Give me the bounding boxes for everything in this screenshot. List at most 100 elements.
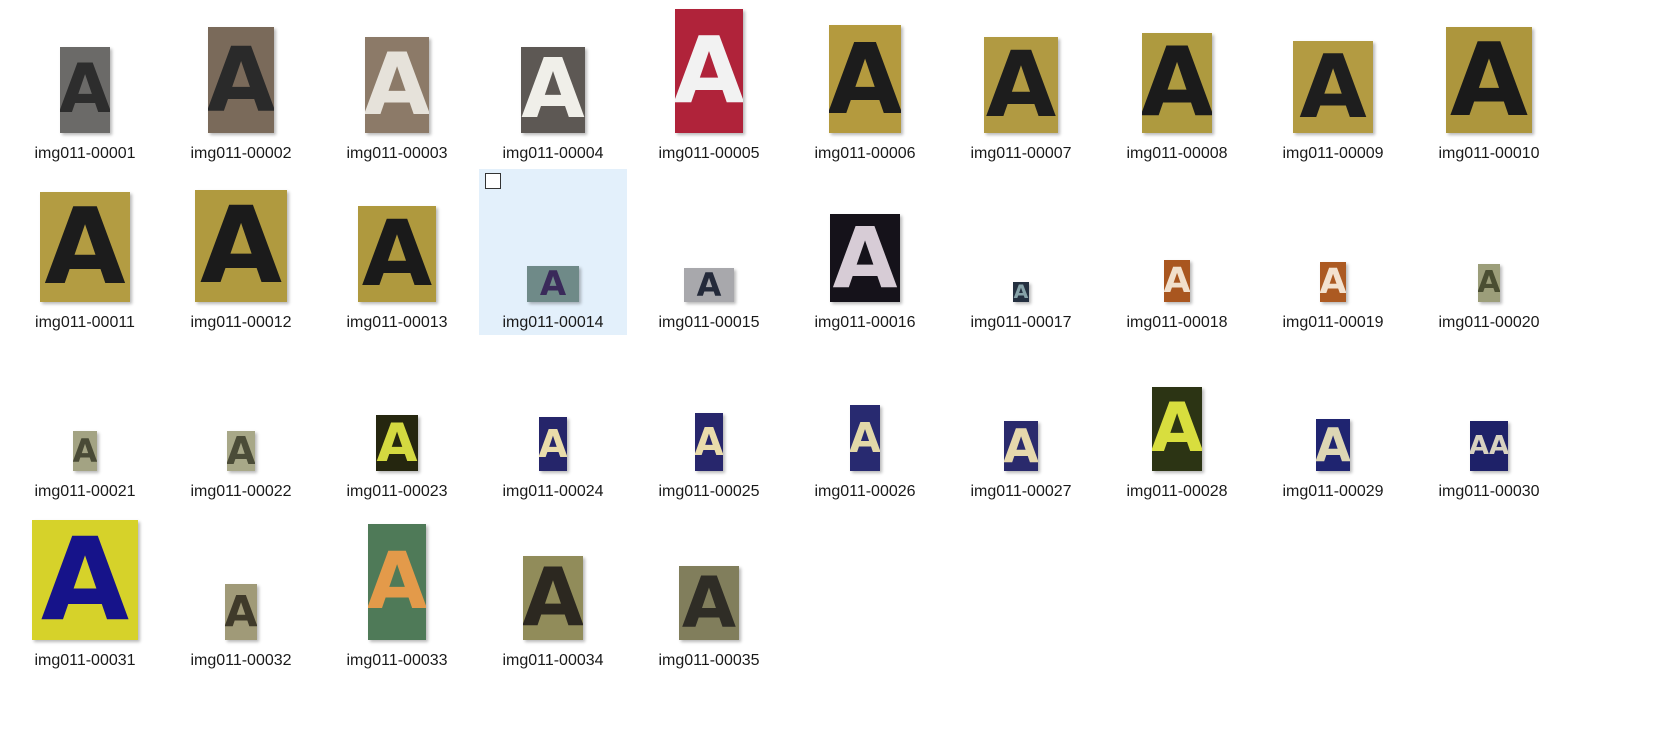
file-name-label: img011-00030 [1438,483,1540,500]
file-thumbnail[interactable]: A [195,190,287,302]
selection-checkbox[interactable] [485,173,501,189]
file-thumbnail[interactable]: A [32,520,138,640]
file-thumbnail[interactable]: A [684,268,734,302]
file-thumbnail[interactable]: A [675,9,743,133]
file-item[interactable]: Aimg011-00028 [1103,338,1251,504]
file-thumbnail[interactable]: A [527,266,579,302]
file-thumbnail[interactable]: A [376,415,418,471]
file-thumbnail[interactable]: AA [1470,421,1508,471]
file-name-label: img011-00002 [190,145,292,162]
file-item[interactable]: Aimg011-00017 [947,169,1095,335]
file-item[interactable]: Aimg011-00014 [479,169,627,335]
thumbnail-letter-image: A [40,520,130,640]
file-item[interactable]: Aimg011-00006 [791,0,939,166]
file-item[interactable]: Aimg011-00032 [167,507,315,673]
file-name-label: img011-00013 [346,314,448,331]
file-item[interactable]: Aimg011-00013 [323,169,471,335]
file-item[interactable]: Aimg011-00012 [167,169,315,335]
file-thumbnail[interactable]: A [60,47,110,133]
file-item[interactable]: Aimg011-00010 [1415,0,1563,166]
file-name-label: img011-00027 [970,483,1072,500]
thumbnail-letter-image: A [681,566,737,640]
file-item[interactable]: Aimg011-00019 [1259,169,1407,335]
file-item[interactable]: Aimg011-00002 [167,0,315,166]
file-item[interactable]: Aimg011-00001 [11,0,159,166]
file-item[interactable]: Aimg011-00034 [479,507,627,673]
file-thumbnail[interactable]: A [40,192,130,302]
file-thumbnail[interactable]: A [984,37,1058,133]
file-thumbnail[interactable]: A [1004,421,1038,471]
file-thumbnail[interactable]: A [679,566,739,640]
file-item[interactable]: Aimg011-00035 [635,507,783,673]
file-item[interactable]: Aimg011-00008 [1103,0,1251,166]
file-thumbnail[interactable]: A [1013,282,1029,302]
file-item[interactable]: Aimg011-00020 [1415,169,1563,335]
file-item[interactable]: Aimg011-00029 [1259,338,1407,504]
file-thumbnail[interactable]: A [1316,419,1350,471]
file-thumbnail[interactable]: A [227,431,255,471]
file-thumbnail[interactable]: A [850,405,880,471]
thumbnail-letter-image: A [208,27,274,132]
file-name-label: img011-00010 [1438,145,1540,162]
thumbnail-letter-image: A [376,415,418,471]
file-item[interactable]: Aimg011-00025 [635,338,783,504]
file-thumbnail[interactable]: A [1142,33,1212,133]
thumbnail-letter-image: A [1142,33,1212,133]
file-thumbnail[interactable]: A [73,431,97,471]
file-thumbnail[interactable]: A [225,584,257,640]
file-name-label: img011-00024 [502,483,604,500]
thumbnail-letter-image: A [539,422,567,466]
file-item[interactable]: Aimg011-00016 [791,169,939,335]
file-thumbnail[interactable]: A [521,47,585,133]
thumbnail-letter-image: A [60,50,110,129]
file-item[interactable]: Aimg011-00031 [11,507,159,673]
thumbnail-letter-image: A [675,17,743,124]
file-item[interactable]: AA img011-00030 [1415,338,1563,504]
file-item[interactable]: Aimg011-00005 [635,0,783,166]
thumbnail-letter-image: A [1004,421,1038,471]
file-item[interactable]: Aimg011-00004 [479,0,627,166]
file-thumbnail[interactable]: A [1478,264,1500,302]
file-item[interactable]: Aimg011-00015 [635,169,783,335]
file-thumbnail[interactable]: A [695,413,723,471]
file-thumbnail[interactable]: A [523,556,583,640]
thumbnail-letter-image: A [1316,419,1350,471]
file-name-label: img011-00022 [190,483,292,500]
file-thumbnail[interactable]: A [368,524,426,640]
file-thumbnail[interactable]: A [208,27,274,133]
file-item[interactable]: Aimg011-00026 [791,338,939,504]
file-thumbnail[interactable]: A [365,37,429,133]
thumbnail-letter-image: A [696,268,722,302]
file-thumbnail[interactable]: A [1446,27,1532,133]
file-item[interactable]: Aimg011-00011 [11,169,159,335]
thumbnail-letter-image: A [850,413,880,462]
file-name-label: img011-00033 [346,652,448,669]
file-thumbnail[interactable]: A [1320,262,1346,302]
file-item[interactable]: Aimg011-00023 [323,338,471,504]
file-item[interactable]: Aimg011-00033 [323,507,471,673]
thumbnail-letter-image: A [73,432,97,470]
file-name-label: img011-00018 [1126,314,1228,331]
thumbnail-letter-image: A [1449,27,1529,133]
file-thumbnail[interactable]: A [830,214,900,302]
file-thumbnail[interactable]: A [829,25,901,133]
file-name-label: img011-00008 [1126,145,1228,162]
file-name-label: img011-00034 [502,652,604,669]
file-item[interactable]: Aimg011-00024 [479,338,627,504]
file-name-label: img011-00015 [658,314,760,331]
file-item[interactable]: Aimg011-00018 [1103,169,1251,335]
file-item[interactable]: Aimg011-00009 [1259,0,1407,166]
file-name-label: img011-00029 [1282,483,1384,500]
file-thumbnail[interactable]: A [358,206,436,302]
file-item[interactable]: Aimg011-00022 [167,338,315,504]
file-thumbnail[interactable]: A [1293,41,1373,133]
thumbnail-letter-image: A [1152,389,1202,468]
thumbnail-letter-image: A [523,556,583,640]
file-thumbnail[interactable]: A [1152,387,1202,471]
file-thumbnail[interactable]: A [1164,260,1190,302]
file-item[interactable]: Aimg011-00003 [323,0,471,166]
file-item[interactable]: Aimg011-00027 [947,338,1095,504]
file-thumbnail[interactable]: A [539,417,567,471]
file-item[interactable]: Aimg011-00007 [947,0,1095,166]
file-item[interactable]: Aimg011-00021 [11,338,159,504]
